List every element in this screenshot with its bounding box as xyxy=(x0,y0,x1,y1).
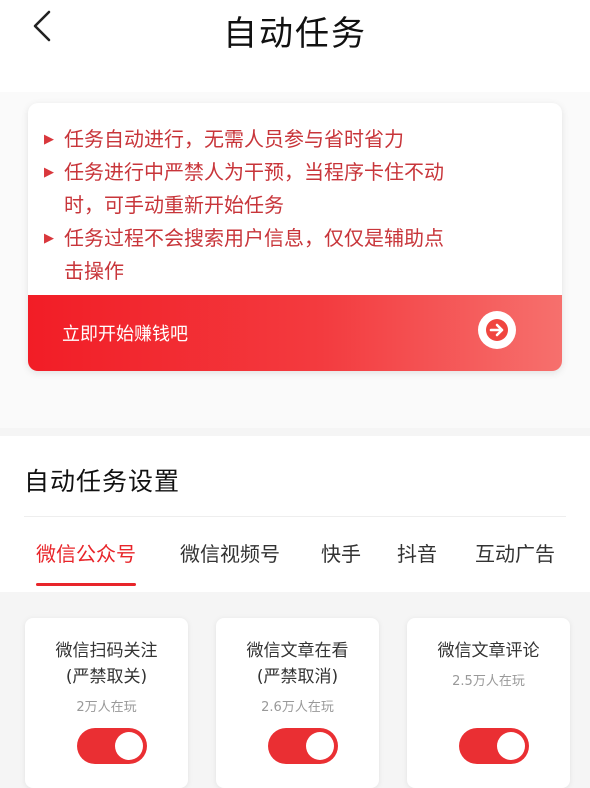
task-title: 微信文章评论 xyxy=(407,638,570,664)
rule-text: 任务进行中严禁人为干预，当程序卡住不动 时，可手动重新开始任务 xyxy=(64,156,444,222)
task-players: 2万人在玩 xyxy=(76,700,137,715)
task-card: 微信文章评论 2.5万人在玩 xyxy=(407,618,570,788)
task-toggle[interactable] xyxy=(77,728,147,764)
rule-item: ▶ 任务进行中严禁人为干预，当程序卡住不动 时，可手动重新开始任务 xyxy=(44,156,542,222)
rule-text-line: 击操作 xyxy=(64,259,124,283)
settings-title: 自动任务设置 xyxy=(24,467,181,496)
triangle-right-icon: ▶ xyxy=(44,231,54,246)
tab-interactive-ads[interactable]: 互动广告 xyxy=(475,538,555,567)
task-title: 微信扫码关注 (严禁取关) xyxy=(25,638,188,690)
tab-douyin[interactable]: 抖音 xyxy=(397,538,437,567)
tab-kuaishou[interactable]: 快手 xyxy=(321,538,361,567)
top-bar: 自动任务 xyxy=(0,0,590,92)
toggle-knob xyxy=(497,732,525,760)
arrow-right-circle-icon[interactable] xyxy=(478,311,516,349)
task-title-line: 微信扫码关注 xyxy=(55,641,158,661)
rule-item: ▶ 任务自动进行，无需人员参与省时省力 xyxy=(44,123,542,156)
task-toggle[interactable] xyxy=(268,728,338,764)
task-title-line: (严禁取关) xyxy=(65,667,148,687)
rule-text: 任务过程不会搜索用户信息，仅仅是辅助点 击操作 xyxy=(64,222,444,288)
triangle-right-icon: ▶ xyxy=(44,132,54,147)
rule-text-line: 任务过程不会搜索用户信息，仅仅是辅助点 xyxy=(64,226,444,250)
info-card: ▶ 任务自动进行，无需人员参与省时省力 ▶ 任务进行中严禁人为干预，当程序卡住不… xyxy=(28,103,562,371)
task-title-line: 微信文章在看 xyxy=(246,641,349,661)
toggle-knob xyxy=(115,732,143,760)
rule-text-line: 任务进行中严禁人为干预，当程序卡住不动 xyxy=(64,160,444,184)
page-title: 自动任务 xyxy=(223,14,367,54)
rule-item: ▶ 任务过程不会搜索用户信息，仅仅是辅助点 击操作 xyxy=(44,222,542,288)
tab-wechat-official-account[interactable]: 微信公众号 xyxy=(36,538,136,567)
task-card: 微信扫码关注 (严禁取关) 2万人在玩 xyxy=(25,618,188,788)
active-tab-indicator xyxy=(36,583,136,586)
arrow-right-icon xyxy=(486,319,508,341)
task-title-line: (严禁取消) xyxy=(256,667,339,687)
start-earning-label: 立即开始赚钱吧 xyxy=(62,324,188,345)
triangle-right-icon: ▶ xyxy=(44,165,54,180)
toggle-knob xyxy=(306,732,334,760)
task-card: 微信文章在看 (严禁取消) 2.6万人在玩 xyxy=(216,618,379,788)
tab-wechat-channels[interactable]: 微信视频号 xyxy=(180,538,280,567)
rules-list: ▶ 任务自动进行，无需人员参与省时省力 ▶ 任务进行中严禁人为干预，当程序卡住不… xyxy=(44,123,542,288)
divider xyxy=(24,516,566,517)
task-players: 2.5万人在玩 xyxy=(452,674,525,689)
start-earning-button[interactable]: 立即开始赚钱吧 xyxy=(28,295,562,371)
task-title-line: 微信文章评论 xyxy=(437,641,540,661)
rule-text-line: 时，可手动重新开始任务 xyxy=(64,193,284,217)
task-toggle[interactable] xyxy=(459,728,529,764)
task-players: 2.6万人在玩 xyxy=(261,700,334,715)
rule-text: 任务自动进行，无需人员参与省时省力 xyxy=(64,127,404,151)
platform-tabs: 微信公众号 微信视频号 快手 抖音 互动广告 xyxy=(0,538,590,588)
task-title: 微信文章在看 (严禁取消) xyxy=(216,638,379,690)
